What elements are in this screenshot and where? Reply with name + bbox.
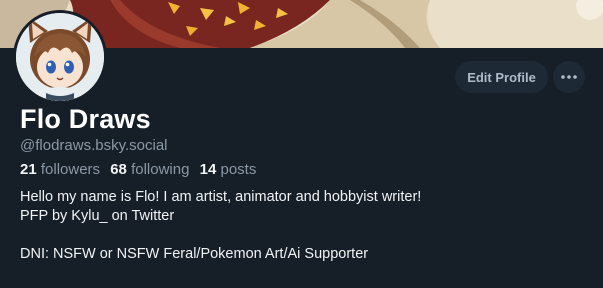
bio-line: DNI: NSFW or NSFW Feral/Pokemon Art/Ai S… [20,246,369,262]
posts-stat: 14 posts [200,161,257,178]
more-options-button[interactable] [553,61,585,93]
profile-handle[interactable]: @flodraws.bsky.social [20,137,168,154]
profile-bio: Hello my name is Flo! I am artist, anima… [20,188,590,264]
bio-line: Hello my name is Flo! I am artist, anima… [20,189,422,205]
followers-count: 21 [20,161,37,178]
edit-profile-button[interactable]: Edit Profile [455,61,548,93]
following-count: 68 [110,161,127,178]
following-link[interactable]: 68 following [110,161,189,178]
bio-line [20,226,590,245]
following-label: following [131,161,190,178]
avatar[interactable] [13,10,107,104]
display-name: Flo Draws [20,104,151,134]
posts-count: 14 [199,161,217,178]
bio-line: PFP by Kylu_ on Twitter [20,208,175,224]
profile-stats: 21 followers 68 following 14 posts [20,161,262,178]
followers-link[interactable]: 21 followers [20,161,100,178]
followers-label: followers [40,161,101,178]
ellipsis-icon [561,75,577,79]
posts-label: posts [220,161,257,178]
avatar-image [16,13,104,101]
